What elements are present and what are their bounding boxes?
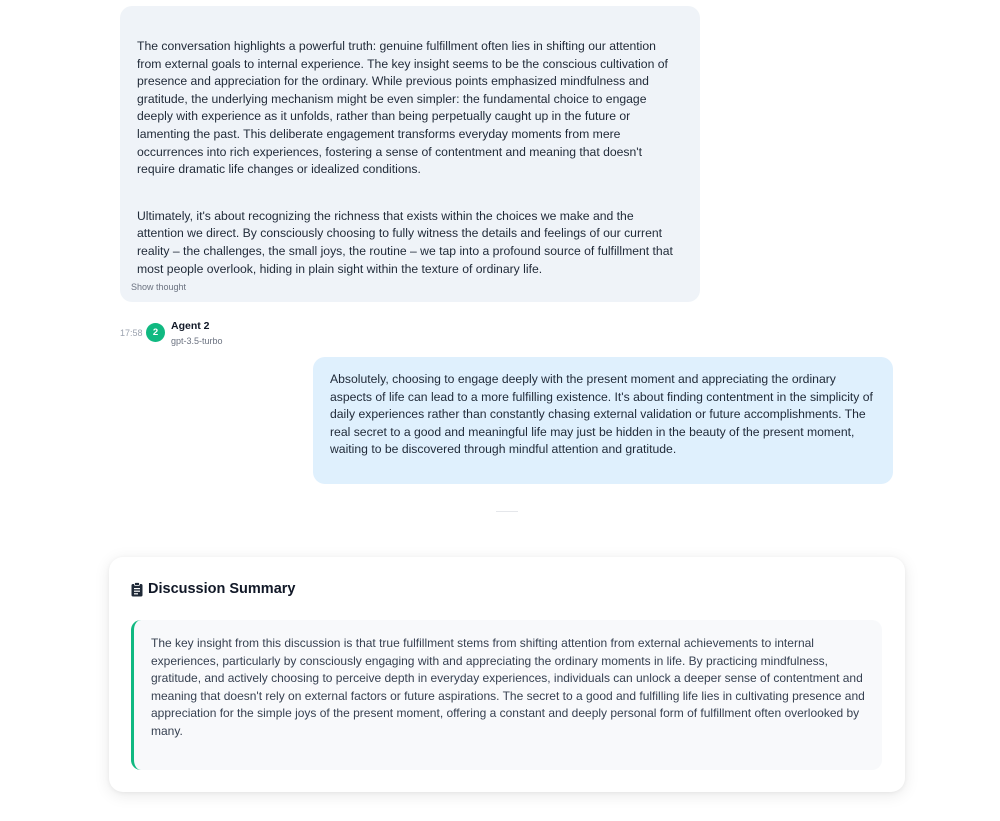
message-paragraph: Ultimately, it's about recognizing the r…: [137, 208, 673, 276]
show-thought-button[interactable]: Show thought: [131, 282, 186, 292]
message-paragraph: The conversation highlights a powerful t…: [137, 39, 668, 177]
agent-2-message-bubble: Absolutely, choosing to engage deeply wi…: [313, 357, 893, 484]
summary-title: Discussion Summary: [148, 581, 296, 597]
chat-page: The conversation highlights a powerful t…: [0, 0, 1000, 821]
message-text: Absolutely, choosing to engage deeply wi…: [330, 372, 873, 457]
agent-avatar: 2: [146, 323, 165, 342]
discussion-summary-card: Discussion Summary The key insight from …: [109, 557, 905, 792]
clipboard-icon: [131, 581, 143, 597]
message-timestamp: 17:58: [120, 328, 143, 338]
agent-name: Agent 2: [171, 320, 210, 332]
summary-header: Discussion Summary: [131, 581, 295, 597]
agent-1-message-bubble: The conversation highlights a powerful t…: [120, 6, 700, 302]
divider: [496, 511, 518, 512]
summary-text: The key insight from this discussion is …: [151, 636, 865, 738]
summary-content: The key insight from this discussion is …: [131, 620, 882, 770]
agent-2-header: 17:58 2 Agent 2 gpt-3.5-turbo: [120, 319, 320, 349]
agent-model: gpt-3.5-turbo: [171, 336, 223, 346]
